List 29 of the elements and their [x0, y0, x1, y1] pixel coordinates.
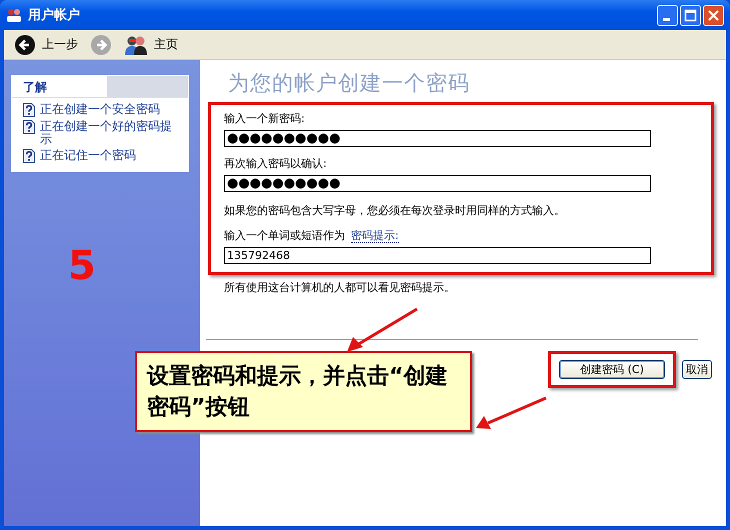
callout-note: 设置密码和提示，并点击“创建密码”按钮 — [135, 351, 472, 432]
hint-field[interactable]: 135792468 — [224, 247, 651, 264]
maximize-icon[interactable] — [680, 4, 701, 26]
help-link[interactable]: 正在创建一个安全密码 — [12, 103, 188, 117]
hint-visibility-note: 所有使用这台计算机的人都可以看见密码提示。 — [224, 280, 456, 295]
minimize-icon[interactable] — [657, 4, 678, 26]
cancel-button[interactable]: 取消 — [682, 360, 712, 379]
back-button[interactable]: 上一步 — [10, 32, 82, 58]
password-field[interactable]: ●●●●●●●●●● — [224, 130, 651, 147]
home-button[interactable]: 主页 — [120, 32, 182, 56]
window-title: 用户帐户 — [28, 6, 81, 24]
password-field[interactable]: ●●●●●●●●●● — [224, 175, 651, 192]
panel-title: 了解 — [22, 79, 48, 96]
step-number: 5 — [68, 242, 96, 290]
hint-label: 输入一个单词或短语作为 密码提示: — [224, 228, 400, 243]
help-link[interactable]: 正在记住一个密码 — [12, 149, 188, 163]
page-heading: 为您的帐户创建一个密码 — [228, 70, 471, 96]
uppercase-note: 如果您的密码包含大写字母，您必须在每次登录时用同样的方式输入。 — [224, 203, 566, 218]
close-icon[interactable] — [703, 4, 724, 26]
users-icon — [124, 34, 148, 54]
create-password-button[interactable]: 创建密码 (C) — [559, 360, 665, 379]
help-document-icon — [23, 103, 35, 117]
field-label: 再次输入密码以确认: — [224, 156, 328, 171]
help-document-icon — [23, 149, 35, 163]
password-hint-link[interactable]: 密码提示: — [351, 229, 399, 243]
help-document-icon — [23, 120, 35, 134]
field-label: 输入一个新密码: — [224, 111, 306, 126]
help-link[interactable]: 正在创建一个好的密码提示 — [12, 120, 188, 146]
users-icon — [6, 8, 22, 22]
